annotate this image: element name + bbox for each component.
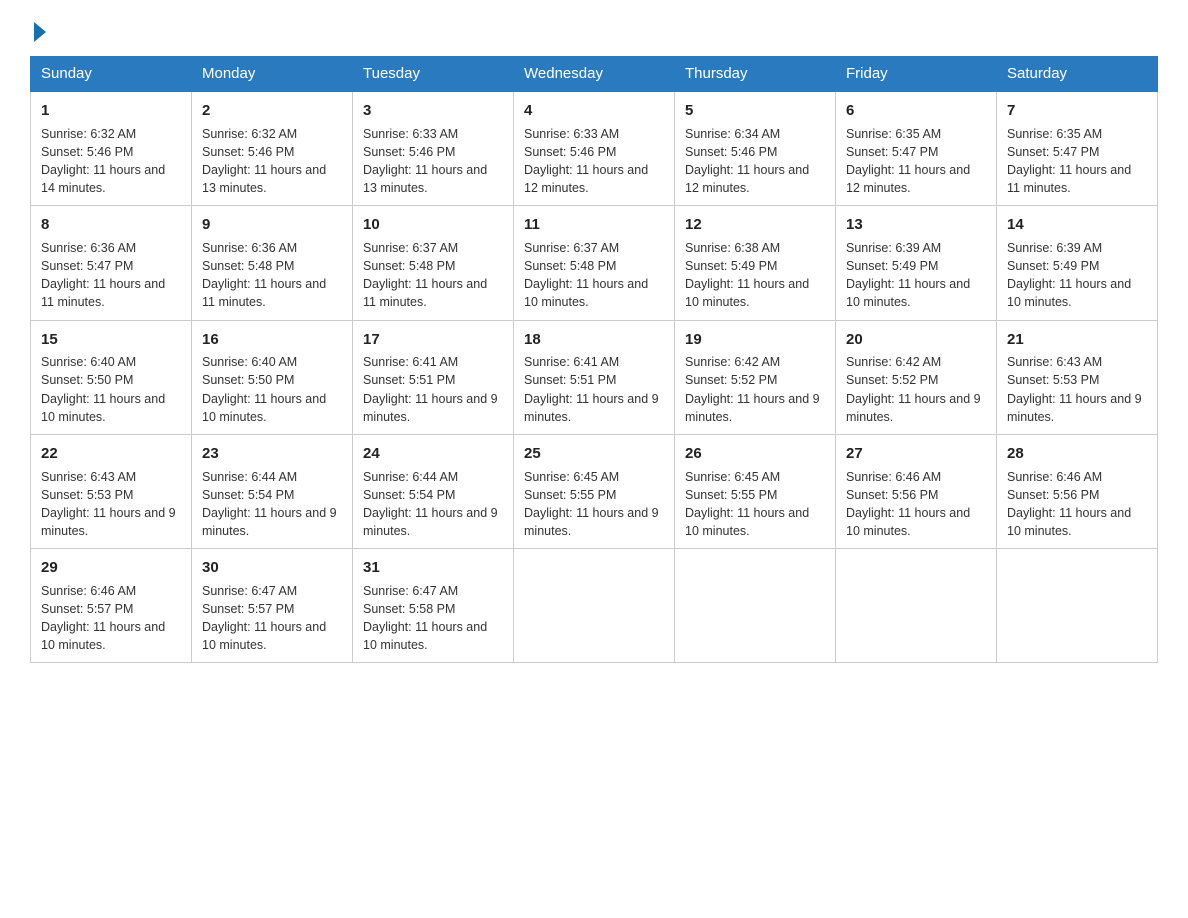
calendar-day-header: Wednesday bbox=[514, 57, 675, 92]
calendar-cell: 12Sunrise: 6:38 AMSunset: 5:49 PMDayligh… bbox=[675, 206, 836, 320]
day-number: 16 bbox=[202, 329, 342, 351]
calendar-cell: 6Sunrise: 6:35 AMSunset: 5:47 PMDaylight… bbox=[836, 91, 997, 206]
day-number: 3 bbox=[363, 100, 503, 122]
day-number: 7 bbox=[1007, 100, 1147, 122]
calendar-cell: 25Sunrise: 6:45 AMSunset: 5:55 PMDayligh… bbox=[514, 434, 675, 548]
logo-arrow-icon bbox=[34, 22, 46, 42]
calendar-day-header: Monday bbox=[192, 57, 353, 92]
day-number: 12 bbox=[685, 214, 825, 236]
calendar-table: SundayMondayTuesdayWednesdayThursdayFrid… bbox=[30, 56, 1158, 663]
day-number: 22 bbox=[41, 443, 181, 465]
calendar-header-row: SundayMondayTuesdayWednesdayThursdayFrid… bbox=[31, 57, 1158, 92]
day-number: 14 bbox=[1007, 214, 1147, 236]
calendar-cell: 21Sunrise: 6:43 AMSunset: 5:53 PMDayligh… bbox=[997, 320, 1158, 434]
calendar-cell: 8Sunrise: 6:36 AMSunset: 5:47 PMDaylight… bbox=[31, 206, 192, 320]
calendar-cell bbox=[997, 549, 1158, 663]
calendar-cell: 2Sunrise: 6:32 AMSunset: 5:46 PMDaylight… bbox=[192, 91, 353, 206]
day-number: 13 bbox=[846, 214, 986, 236]
calendar-cell: 26Sunrise: 6:45 AMSunset: 5:55 PMDayligh… bbox=[675, 434, 836, 548]
day-number: 24 bbox=[363, 443, 503, 465]
day-number: 6 bbox=[846, 100, 986, 122]
day-number: 18 bbox=[524, 329, 664, 351]
day-number: 30 bbox=[202, 557, 342, 579]
calendar-cell: 28Sunrise: 6:46 AMSunset: 5:56 PMDayligh… bbox=[997, 434, 1158, 548]
page-header bbox=[30, 20, 1158, 38]
calendar-cell: 29Sunrise: 6:46 AMSunset: 5:57 PMDayligh… bbox=[31, 549, 192, 663]
logo bbox=[30, 20, 46, 38]
calendar-cell: 5Sunrise: 6:34 AMSunset: 5:46 PMDaylight… bbox=[675, 91, 836, 206]
day-number: 2 bbox=[202, 100, 342, 122]
day-number: 8 bbox=[41, 214, 181, 236]
calendar-cell: 7Sunrise: 6:35 AMSunset: 5:47 PMDaylight… bbox=[997, 91, 1158, 206]
calendar-cell bbox=[514, 549, 675, 663]
day-number: 4 bbox=[524, 100, 664, 122]
calendar-cell: 22Sunrise: 6:43 AMSunset: 5:53 PMDayligh… bbox=[31, 434, 192, 548]
calendar-cell: 9Sunrise: 6:36 AMSunset: 5:48 PMDaylight… bbox=[192, 206, 353, 320]
calendar-week-row: 8Sunrise: 6:36 AMSunset: 5:47 PMDaylight… bbox=[31, 206, 1158, 320]
calendar-cell bbox=[675, 549, 836, 663]
calendar-cell: 31Sunrise: 6:47 AMSunset: 5:58 PMDayligh… bbox=[353, 549, 514, 663]
calendar-day-header: Saturday bbox=[997, 57, 1158, 92]
day-number: 27 bbox=[846, 443, 986, 465]
day-number: 31 bbox=[363, 557, 503, 579]
calendar-day-header: Sunday bbox=[31, 57, 192, 92]
day-number: 26 bbox=[685, 443, 825, 465]
day-number: 5 bbox=[685, 100, 825, 122]
calendar-week-row: 29Sunrise: 6:46 AMSunset: 5:57 PMDayligh… bbox=[31, 549, 1158, 663]
day-number: 15 bbox=[41, 329, 181, 351]
day-number: 11 bbox=[524, 214, 664, 236]
calendar-day-header: Tuesday bbox=[353, 57, 514, 92]
calendar-cell: 20Sunrise: 6:42 AMSunset: 5:52 PMDayligh… bbox=[836, 320, 997, 434]
calendar-week-row: 1Sunrise: 6:32 AMSunset: 5:46 PMDaylight… bbox=[31, 91, 1158, 206]
calendar-cell: 16Sunrise: 6:40 AMSunset: 5:50 PMDayligh… bbox=[192, 320, 353, 434]
calendar-cell: 24Sunrise: 6:44 AMSunset: 5:54 PMDayligh… bbox=[353, 434, 514, 548]
day-number: 29 bbox=[41, 557, 181, 579]
calendar-cell: 10Sunrise: 6:37 AMSunset: 5:48 PMDayligh… bbox=[353, 206, 514, 320]
calendar-cell: 17Sunrise: 6:41 AMSunset: 5:51 PMDayligh… bbox=[353, 320, 514, 434]
calendar-cell: 4Sunrise: 6:33 AMSunset: 5:46 PMDaylight… bbox=[514, 91, 675, 206]
calendar-day-header: Thursday bbox=[675, 57, 836, 92]
calendar-cell: 18Sunrise: 6:41 AMSunset: 5:51 PMDayligh… bbox=[514, 320, 675, 434]
calendar-cell: 1Sunrise: 6:32 AMSunset: 5:46 PMDaylight… bbox=[31, 91, 192, 206]
calendar-cell: 3Sunrise: 6:33 AMSunset: 5:46 PMDaylight… bbox=[353, 91, 514, 206]
day-number: 9 bbox=[202, 214, 342, 236]
calendar-cell: 14Sunrise: 6:39 AMSunset: 5:49 PMDayligh… bbox=[997, 206, 1158, 320]
calendar-cell: 11Sunrise: 6:37 AMSunset: 5:48 PMDayligh… bbox=[514, 206, 675, 320]
day-number: 1 bbox=[41, 100, 181, 122]
calendar-cell: 15Sunrise: 6:40 AMSunset: 5:50 PMDayligh… bbox=[31, 320, 192, 434]
calendar-week-row: 22Sunrise: 6:43 AMSunset: 5:53 PMDayligh… bbox=[31, 434, 1158, 548]
day-number: 25 bbox=[524, 443, 664, 465]
day-number: 20 bbox=[846, 329, 986, 351]
day-number: 28 bbox=[1007, 443, 1147, 465]
day-number: 17 bbox=[363, 329, 503, 351]
calendar-cell: 19Sunrise: 6:42 AMSunset: 5:52 PMDayligh… bbox=[675, 320, 836, 434]
calendar-cell: 30Sunrise: 6:47 AMSunset: 5:57 PMDayligh… bbox=[192, 549, 353, 663]
day-number: 19 bbox=[685, 329, 825, 351]
day-number: 23 bbox=[202, 443, 342, 465]
day-number: 21 bbox=[1007, 329, 1147, 351]
calendar-cell bbox=[836, 549, 997, 663]
calendar-cell: 23Sunrise: 6:44 AMSunset: 5:54 PMDayligh… bbox=[192, 434, 353, 548]
calendar-week-row: 15Sunrise: 6:40 AMSunset: 5:50 PMDayligh… bbox=[31, 320, 1158, 434]
calendar-cell: 13Sunrise: 6:39 AMSunset: 5:49 PMDayligh… bbox=[836, 206, 997, 320]
day-number: 10 bbox=[363, 214, 503, 236]
calendar-day-header: Friday bbox=[836, 57, 997, 92]
calendar-cell: 27Sunrise: 6:46 AMSunset: 5:56 PMDayligh… bbox=[836, 434, 997, 548]
